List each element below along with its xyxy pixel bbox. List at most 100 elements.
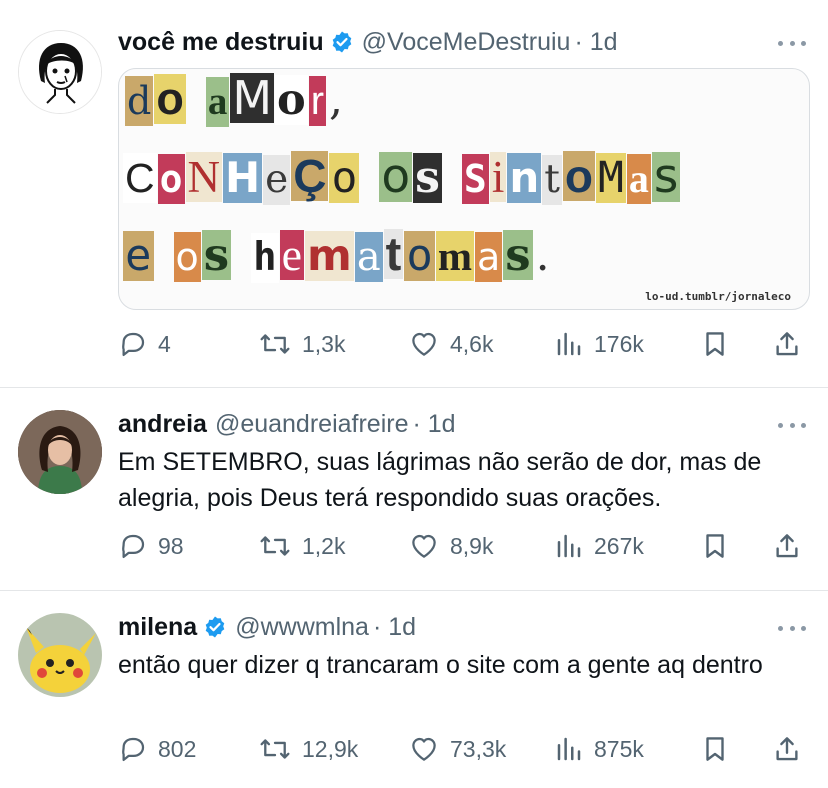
cutout-letter: r [308,76,327,126]
avatar-drawing-icon [19,31,101,113]
retweet-icon [260,739,290,759]
share-button[interactable] [772,731,802,767]
cutout-letter: s [651,149,681,204]
retweet-button[interactable]: 12,9k [258,731,358,767]
retweet-button[interactable]: 1,3k [258,326,345,362]
cutout-letter: t [542,155,562,205]
views-button[interactable]: 176k [554,326,644,362]
cutout-letter: m [305,231,354,281]
avatar-photo-icon [18,410,102,494]
views-count: 875k [594,735,644,762]
reply-button[interactable]: 98 [118,528,184,564]
cutout-letter: M [230,71,275,125]
cutout-letter: h [251,233,279,283]
cutout-letter: i [489,152,507,202]
cutout-letter: e [279,229,304,280]
image-credit: lo-ud.tumblr/jornaleco [645,290,791,303]
like-button[interactable]: 73,3k [408,731,506,767]
display-name[interactable]: andreia [118,410,207,439]
cutout-letter: , [329,74,344,125]
cutout-letter: s [201,228,232,281]
bookmark-button[interactable] [700,326,730,362]
share-button[interactable] [772,528,802,564]
bookmark-icon [706,534,724,558]
tweet[interactable]: andreia @euandreiafreire · 1d Em SETEMBR… [0,388,828,591]
views-count: 267k [594,532,644,559]
views-button[interactable]: 875k [554,731,644,767]
more-options-icon[interactable] [778,420,806,430]
cutout-letter: s [413,152,442,203]
more-options-icon[interactable] [778,623,806,633]
cutout-letter: H [223,153,263,203]
avatar[interactable] [18,30,102,114]
bookmark-button[interactable] [700,528,730,564]
avatar[interactable] [18,410,102,494]
timestamp[interactable]: · 1d [373,613,416,642]
reply-count: 98 [158,532,184,559]
bookmark-button[interactable] [700,731,730,767]
retweet-count: 1,3k [302,330,346,357]
cutout-letter: o [173,232,201,282]
reply-button[interactable]: 4 [118,326,171,362]
verified-badge-icon [330,30,354,54]
like-count: 4,6k [450,330,494,357]
tweet[interactable]: milena @wwwmlna · 1d então quer dizer q … [0,591,828,788]
tweet-header: milena @wwwmlna · 1d [118,611,768,643]
tweet-text: então quer dizer q trancaram o site com … [118,651,763,679]
retweet-icon [260,536,290,556]
cutout-letter: o [275,75,308,125]
cutout-letter: M [596,153,626,203]
tweet[interactable]: você me destruiu @VoceMeDestruiu · 1d do… [0,0,828,388]
reply-icon [122,534,145,558]
share-icon [776,332,798,356]
like-button[interactable]: 8,9k [408,528,493,564]
like-button[interactable]: 4,6k [408,326,493,362]
cutout-letter: o [329,153,360,203]
views-button[interactable]: 267k [554,528,644,564]
share-button[interactable] [772,326,802,362]
cutout-letter: o [154,73,186,124]
avatar-pikachu-icon [18,613,102,697]
reply-icon [122,332,145,356]
tweet-actions: 802 12,9k 73,3k 875k [118,731,808,767]
timestamp[interactable]: · 1d [412,410,455,439]
cutout-letter: Ç [291,150,329,202]
share-icon [776,534,798,558]
retweet-button[interactable]: 1,2k [258,528,345,564]
cutout-letter: n [507,153,542,203]
image-text-line-2: CoNHeÇo os SintoMas [123,151,681,205]
handle[interactable]: @euandreiafreire [215,410,409,439]
tweet-text: Em SETEMBRO, suas lágrimas não serão de … [118,448,762,512]
image-text-line-3: e os hematomas. [123,229,553,283]
cutout-letter: a [474,232,503,282]
cutout-letter: a [205,77,230,127]
more-options-icon[interactable] [778,38,806,48]
views-count: 176k [594,330,644,357]
cutout-letter: m [435,231,474,281]
handle[interactable]: @wwwmlna [235,613,369,642]
handle[interactable]: @VoceMeDestruiu [362,28,571,57]
tweet-image[interactable]: do aMor, CoNHeÇo os SintoMas e os hemato… [118,68,810,310]
like-count: 8,9k [450,532,494,559]
timestamp[interactable]: · 1d [574,28,617,57]
reply-button[interactable]: 802 [118,731,196,767]
display-name[interactable]: milena [118,613,197,642]
tweet-header: você me destruiu @VoceMeDestruiu · 1d [118,26,768,58]
cutout-letter: o [157,154,185,204]
views-chart-icon [557,534,581,558]
heart-icon [412,737,436,761]
display-name[interactable]: você me destruiu [118,28,324,57]
cutout-letter: d [125,76,154,126]
cutout-letter: C [123,153,157,203]
like-count: 73,3k [450,735,507,762]
avatar[interactable] [18,613,102,697]
reply-icon [122,737,145,761]
verified-badge-icon [203,615,227,639]
cutout-letter: a [354,232,383,282]
views-chart-icon [557,332,581,356]
cutout-letter: o [404,230,435,281]
cutout-letter: N [185,152,222,202]
tweet-actions: 4 1,3k 4,6k 176k [118,326,808,362]
bookmark-icon [706,332,724,356]
tweet-actions: 98 1,2k 8,9k 267k [118,528,808,564]
